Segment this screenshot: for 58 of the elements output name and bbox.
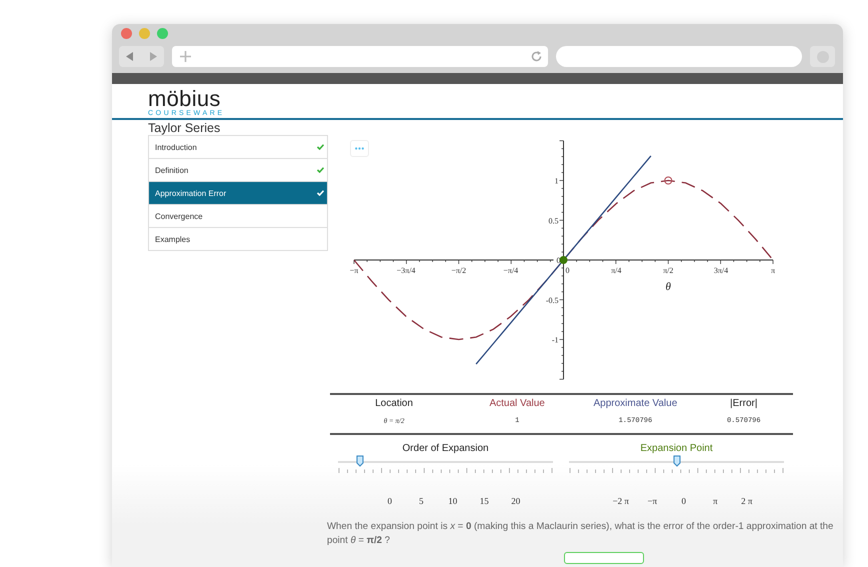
column-header: Location [374, 397, 414, 411]
column-header: Actual Value [488, 397, 546, 411]
slider-label: −2 π [612, 496, 630, 506]
slider-thumb[interactable] [672, 455, 680, 467]
slider-label: 15 [478, 496, 490, 506]
slider-label: −π [646, 496, 658, 506]
x-tick-label: π/2 [663, 266, 674, 275]
slider-label: 0 [386, 496, 393, 506]
y-tick-label: 0 [556, 256, 560, 265]
address-bar[interactable] [172, 46, 548, 67]
sidebar-item[interactable]: Approximation Error [149, 181, 327, 204]
slider-label: 2 π [740, 496, 754, 506]
x-axis-label: θ [666, 281, 671, 293]
slider-label: 5 [418, 496, 424, 506]
y-tick-label: -0.5 [546, 296, 558, 305]
plus-icon[interactable] [180, 51, 191, 62]
x-tick-label: −π/4 [503, 266, 518, 275]
sidebar-item[interactable]: Examples [149, 227, 327, 250]
y-tick-label: 1 [554, 176, 558, 186]
check-icon [317, 190, 324, 196]
x-tick-label: −π [350, 266, 358, 275]
back-icon[interactable] [126, 52, 134, 61]
column-header: |Error| [729, 397, 758, 411]
y-tick-label: -1 [552, 336, 558, 344]
y-tick-label: 0.5 [548, 216, 558, 226]
x-tick-label: −π/2 [451, 266, 466, 275]
x-tick-label: π [770, 266, 776, 275]
slider-label: 20 [510, 496, 522, 506]
maximize-icon[interactable] [157, 28, 168, 39]
x-tick-label: π/4 [611, 266, 622, 275]
reload-icon[interactable] [531, 51, 542, 62]
x-tick-label: 0 [566, 266, 570, 275]
x-tick-label: −3π/4 [396, 266, 416, 275]
minimize-icon[interactable] [139, 28, 150, 39]
evaluation-point-marker [664, 176, 672, 184]
column-header: Approximate Value [592, 397, 678, 411]
action-button[interactable] [564, 552, 644, 564]
slider-label: π [712, 496, 719, 506]
check-icon [317, 167, 324, 173]
more-button[interactable] [350, 140, 369, 157]
question-text: When the expansion point is x = 0 (making this a Maclaurin series), what is the error of the order-1 approximation at the point θ = π/2 ? [327, 520, 834, 548]
close-icon[interactable] [121, 28, 132, 39]
search-field[interactable] [556, 46, 802, 67]
sidebar-item[interactable]: Introduction [149, 135, 327, 158]
slider-thumb[interactable] [356, 455, 364, 467]
x-tick-label: 3π/4 [714, 266, 728, 275]
slider-label: 10 [447, 496, 458, 506]
expansion-point-marker [560, 256, 568, 264]
sidebar-item[interactable]: Convergence [149, 204, 327, 227]
page-title: Taylor Series [147, 120, 222, 135]
forward-icon[interactable] [148, 52, 157, 61]
slider-label: 0 [680, 496, 687, 506]
navigation-buttons[interactable] [119, 46, 164, 67]
more-icon [355, 147, 364, 150]
slider-title: Order of Expansion [401, 443, 490, 456]
slider-title: Expansion Point [639, 443, 714, 456]
check-icon [317, 144, 324, 150]
logo-wordmark: möbius [148, 88, 221, 110]
